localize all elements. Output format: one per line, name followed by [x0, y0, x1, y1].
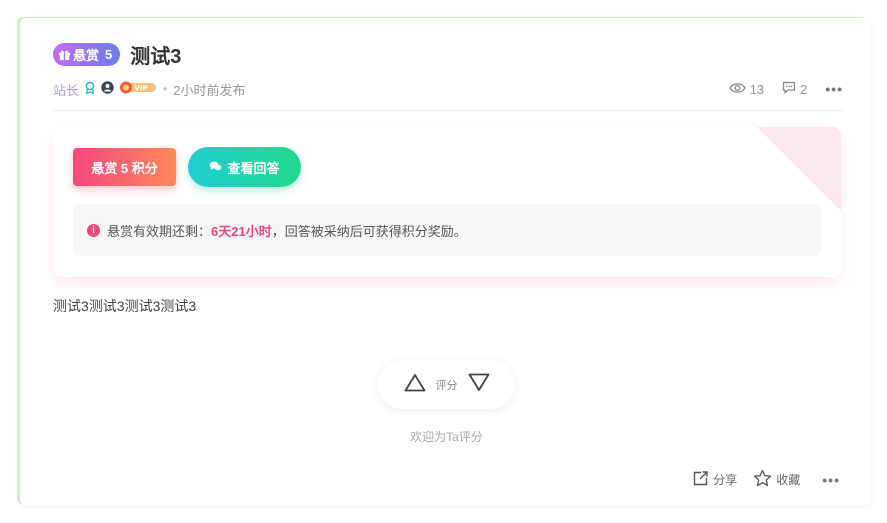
footer-more-icon[interactable]: ••• [822, 472, 840, 488]
comments-stat[interactable]: 2 [782, 81, 807, 97]
view-answers-label: 查看回答 [227, 160, 280, 176]
post-stats: 13 2 ••• [711, 81, 843, 97]
view-answers-button[interactable]: 查看回答 [188, 147, 301, 187]
bounty-badge: 悬赏 5 [53, 43, 121, 66]
post-header: 悬赏 5 测试3 [53, 40, 181, 69]
corner-decoration [757, 127, 841, 211]
vip-badge-icon: VIP [119, 81, 157, 97]
bounty-panel: 悬赏 5 积分 查看回答 i 悬赏有效期还剩： 6天21小时 ，回答被采纳后可获… [53, 127, 841, 277]
header-divider [53, 110, 843, 111]
upvote-icon[interactable] [404, 373, 426, 397]
author-link[interactable]: 站长 [53, 80, 79, 99]
downvote-icon[interactable] [468, 373, 490, 397]
bounty-badge-label: 悬赏 [73, 48, 100, 63]
meta-separator: • [163, 82, 168, 96]
rating-caption: 欢迎为Ta评分 [410, 430, 483, 444]
notice-remaining-time: 6天21小时 [211, 223, 272, 239]
post-title: 测试3 [130, 46, 182, 68]
bounty-badge-amount: 5 [105, 47, 113, 62]
notice-prefix: 悬赏有效期还剩： [107, 223, 212, 239]
gift-icon [58, 48, 71, 61]
rating-widget: 评分 [378, 360, 515, 409]
bounty-points-button[interactable]: 悬赏 5 积分 [73, 148, 176, 186]
post-card: 悬赏 5 测试3 站长 VIP • 2小时前发布 13 2 ••• 悬赏 5 积… [20, 18, 870, 505]
share-button[interactable]: 分享 [692, 470, 737, 490]
favorite-label: 收藏 [776, 473, 801, 487]
views-count: 13 [749, 81, 765, 97]
user-badge-icon [101, 81, 114, 97]
notice-suffix: ，回答被采纳后可获得积分奖励。 [271, 223, 467, 239]
comments-count: 2 [800, 81, 808, 97]
publish-time: 2小时前发布 [173, 82, 246, 98]
share-label: 分享 [713, 473, 738, 487]
post-footer: 分享 收藏 ••• [676, 469, 840, 490]
comment-icon [782, 81, 796, 97]
bounty-notice: i 悬赏有效期还剩： 6天21小时 ，回答被采纳后可获得积分奖励。 [73, 204, 821, 256]
vip-badge-text: VIP [134, 85, 147, 93]
post-content: 测试3测试3测试3测试3 [53, 298, 197, 314]
more-options-icon[interactable]: ••• [825, 81, 843, 97]
views-stat: 13 [728, 81, 765, 97]
post-meta: 站长 VIP • 2小时前发布 13 2 ••• [53, 80, 843, 98]
eye-icon [728, 82, 746, 97]
info-icon: i [87, 223, 100, 237]
chat-icon [209, 160, 222, 175]
favorite-button[interactable]: 收藏 [753, 469, 800, 490]
medal-icon [84, 81, 96, 97]
share-icon [692, 470, 709, 490]
rating-label: 评分 [435, 379, 458, 392]
star-icon [753, 469, 772, 490]
